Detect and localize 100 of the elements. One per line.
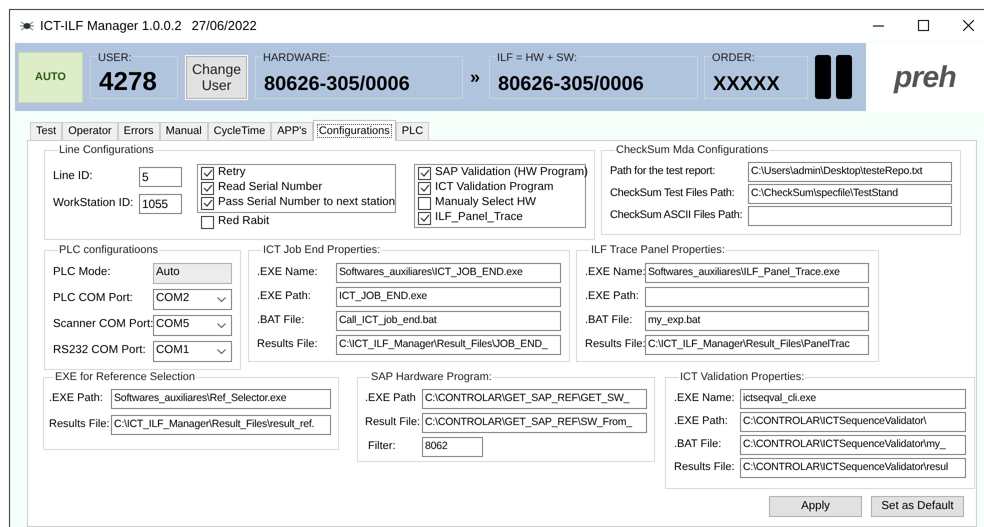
arrow-separator: » xyxy=(470,66,480,88)
checkbox-label: ICT Validation Program xyxy=(435,180,554,196)
panel-value: 80626-305/0006 xyxy=(498,74,644,94)
input-field[interactable]: C:\CONTROLAR\ICTSequenceValidator\my_ xyxy=(740,434,966,454)
field-label: PLC COM Port: xyxy=(53,291,134,306)
pause-icon[interactable] xyxy=(815,55,854,99)
field-label: RS232 COM Port: xyxy=(53,343,147,358)
field-label: .EXE Path: xyxy=(674,414,729,430)
field-label: .EXE Path xyxy=(365,391,417,406)
field-label: Result File: xyxy=(365,415,422,430)
maximize-icon[interactable] xyxy=(918,20,929,31)
field-label: CheckSum ASCII Files Path: xyxy=(610,208,744,224)
tab[interactable]: Test xyxy=(30,122,62,140)
window-title: ICT-ILF Manager 1.0.0.2 xyxy=(40,16,182,35)
tab[interactable]: Manual xyxy=(160,122,208,140)
dropdown[interactable]: COM1 xyxy=(153,340,232,362)
checkbox[interactable] xyxy=(201,216,214,228)
group-title: PLC configuratioons xyxy=(58,243,160,258)
input-field[interactable]: C:\CONTROLAR\GET_SAP_REF\GET_SW_ xyxy=(422,388,647,408)
input-field[interactable]: ICT_JOB_END.exe xyxy=(336,286,561,306)
checkbox[interactable] xyxy=(418,196,431,210)
dropdown[interactable]: COM5 xyxy=(153,314,232,336)
input-field[interactable]: C:\CheckSum\specfile\TestStand xyxy=(748,184,952,204)
checkbox[interactable] xyxy=(418,182,431,194)
checkbox-label: Pass Serial Number to next station xyxy=(218,195,396,210)
field-label: Scanner COM Port: xyxy=(53,317,153,332)
field-label: .BAT File: xyxy=(674,437,722,452)
input-field[interactable]: 1055 xyxy=(139,194,182,214)
input-field[interactable]: C:\Users\admin\Desktop\testeRepo.txt xyxy=(748,162,952,182)
input-field[interactable]: C:\ICT_ILF_Manager\Result_Files\JOB_END_ xyxy=(336,334,561,354)
checkbox-label: Manualy Select HW xyxy=(435,195,536,210)
field-label: Results File: xyxy=(674,460,736,476)
group-title: ILF Trace Panel Properties: xyxy=(590,243,726,258)
checkbox[interactable] xyxy=(201,182,214,194)
group-title: ICT Job End Properties: xyxy=(262,243,382,258)
field-label: .EXE Path: xyxy=(49,391,104,406)
group-title: CheckSum Mda Configurations xyxy=(615,143,770,158)
tab[interactable]: Errors xyxy=(118,122,160,140)
field-label: .EXE Name: xyxy=(585,265,645,280)
group-title: ICT Validation Properties: xyxy=(679,370,806,385)
window-date: 27/06/2022 xyxy=(192,16,257,35)
button[interactable]: Apply xyxy=(769,496,862,517)
field-label: Results File: xyxy=(585,337,645,352)
chevron-icon xyxy=(217,348,226,354)
panel-value: XXXXX xyxy=(713,74,780,94)
checkbox-label: SAP Validation (HW Program) xyxy=(435,165,588,180)
change-user-button[interactable]: Change User xyxy=(186,56,247,98)
button[interactable]: Set as Default xyxy=(871,496,964,517)
field-label: CheckSum Test Files Path: xyxy=(610,186,736,202)
group-title: SAP Hardware Program: xyxy=(370,370,493,385)
close-icon[interactable] xyxy=(963,20,974,31)
tab[interactable]: CycleTime xyxy=(208,122,272,140)
dropdown[interactable]: COM2 xyxy=(153,288,232,310)
field-label: PLC Mode: xyxy=(53,265,112,280)
readonly-field: Auto xyxy=(153,262,232,284)
checkbox[interactable] xyxy=(201,166,214,180)
checkbox-label: Retry xyxy=(218,165,246,180)
panel-value: 4278 xyxy=(99,68,157,94)
tab[interactable]: APP's xyxy=(271,122,313,140)
input-field[interactable]: C:\ICT_ILF_Manager\Result_Files\PanelTrac xyxy=(645,334,869,354)
field-label: Results File: xyxy=(49,417,111,432)
checkbox-label: ILF_Panel_Trace xyxy=(435,210,523,226)
field-label: .EXE Path: xyxy=(257,289,312,304)
brand-logo: preh xyxy=(894,60,956,96)
input-field[interactable]: Softwares_auxiliares\ICT_JOB_END.exe xyxy=(336,262,561,282)
panel-value: 80626-305/0006 xyxy=(264,74,410,94)
group-title: Line Configurations xyxy=(58,143,155,158)
input-field[interactable]: Softwares_auxiliares\ILF_Panel_Trace.exe xyxy=(645,262,869,282)
tab[interactable]: PLC xyxy=(396,122,430,140)
field-label: Line ID: xyxy=(53,168,94,184)
input-field[interactable]: ictseqval_cli.exe xyxy=(740,388,966,408)
bug-icon xyxy=(19,18,35,32)
input-field[interactable]: my_exp.bat xyxy=(645,310,869,330)
group-title: EXE for Reference Selection xyxy=(54,370,196,385)
field-label: .BAT File: xyxy=(257,313,306,328)
field-label: .BAT File: xyxy=(585,313,634,328)
input-field[interactable] xyxy=(748,206,952,226)
mode-indicator: AUTO xyxy=(18,52,83,102)
field-label: .EXE Path: xyxy=(585,289,640,304)
field-label: Path for the test report: xyxy=(610,164,716,180)
input-field[interactable]: C:\CONTROLAR\ICTSequenceValidator\resul xyxy=(740,458,966,478)
field-label: .EXE Name: xyxy=(674,391,736,406)
checkbox-label: Red Rabit xyxy=(218,214,270,230)
chevron-icon xyxy=(217,322,226,328)
checkbox[interactable] xyxy=(418,166,431,180)
input-field[interactable]: C:\CONTROLAR\ICTSequenceValidator\ xyxy=(740,412,966,432)
tab[interactable]: Operator xyxy=(62,122,118,140)
checkbox[interactable] xyxy=(418,212,431,224)
input-field[interactable]: C:\ICT_ILF_Manager\Result_Files\result_ref. xyxy=(111,414,331,434)
chevron-icon xyxy=(217,296,226,302)
input-field[interactable]: Call_ICT_job_end.bat xyxy=(336,310,561,330)
input-field[interactable]: 8062 xyxy=(422,436,483,456)
field-label: Results File: xyxy=(257,337,319,352)
input-field[interactable]: Softwares_auxiliares\Ref_Selector.exe xyxy=(111,388,331,408)
input-field[interactable]: 5 xyxy=(139,166,182,186)
checkbox-label: Read Serial Number xyxy=(218,180,322,196)
checkbox[interactable] xyxy=(201,196,214,210)
input-field[interactable]: C:\CONTROLAR\GET_SAP_REF\SW_From_ xyxy=(422,412,647,432)
tab[interactable]: Configurations xyxy=(312,120,396,141)
input-field[interactable] xyxy=(645,286,869,306)
